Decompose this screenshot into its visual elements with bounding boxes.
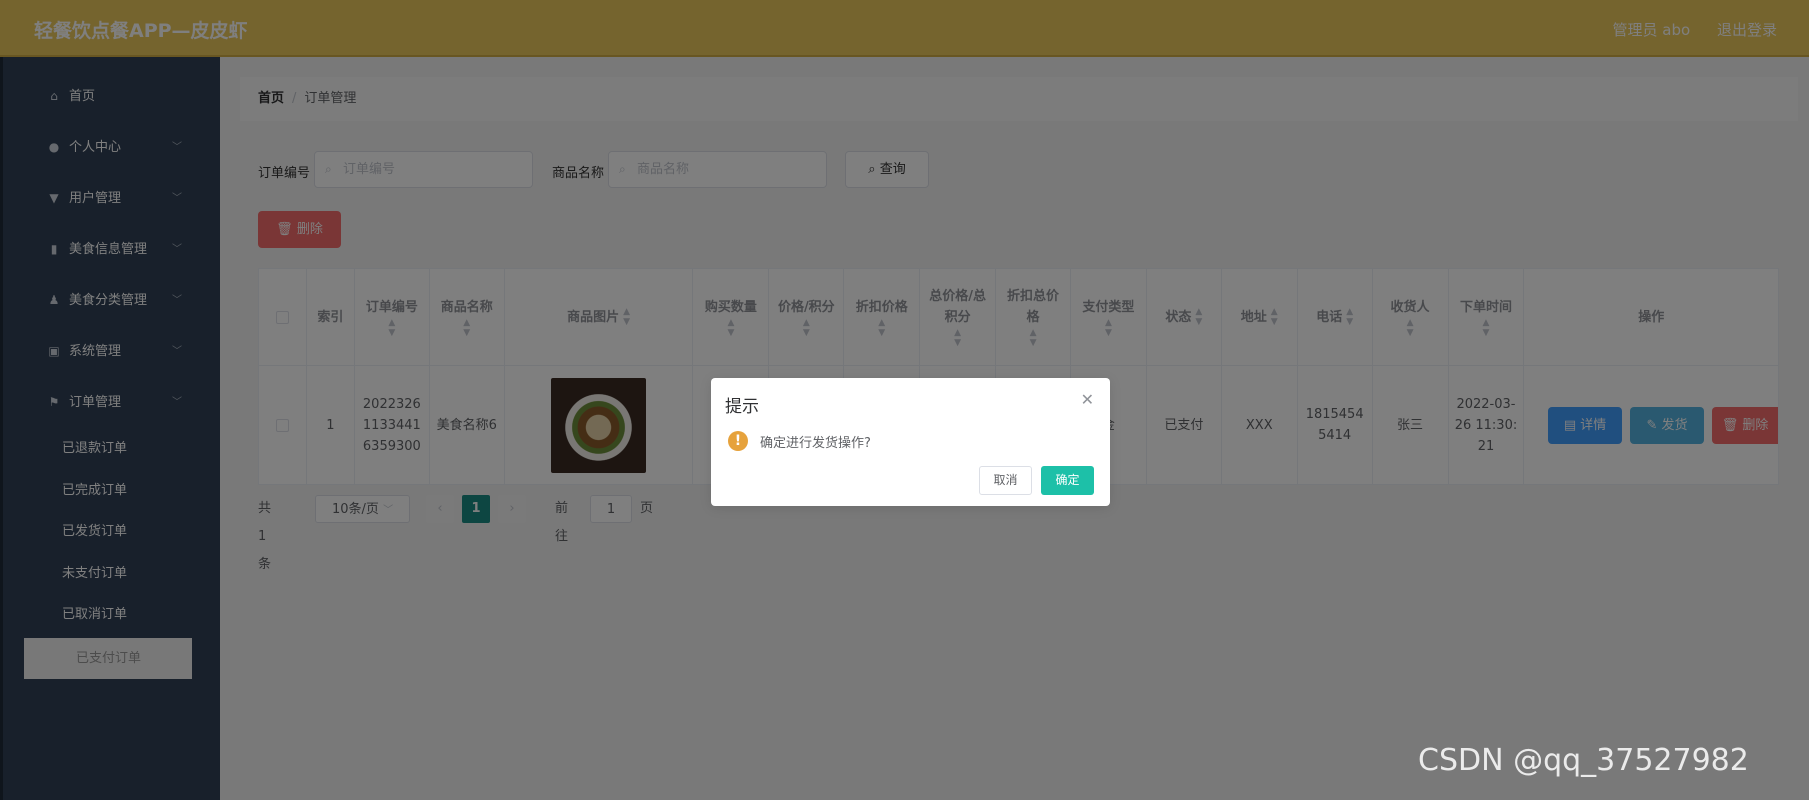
warning-icon: ! xyxy=(728,431,748,451)
cancel-button[interactable]: 取消 xyxy=(979,466,1032,495)
dialog-message: 确定进行发货操作? xyxy=(760,436,871,451)
dialog-title: 提示 xyxy=(725,397,759,417)
confirm-dialog: 提示 ✕ ! 确定进行发货操作? 取消 确定 xyxy=(711,378,1110,506)
watermark: CSDN @qq_37527982 xyxy=(1418,743,1749,778)
confirm-button[interactable]: 确定 xyxy=(1041,466,1094,495)
close-icon[interactable]: ✕ xyxy=(1081,390,1094,409)
